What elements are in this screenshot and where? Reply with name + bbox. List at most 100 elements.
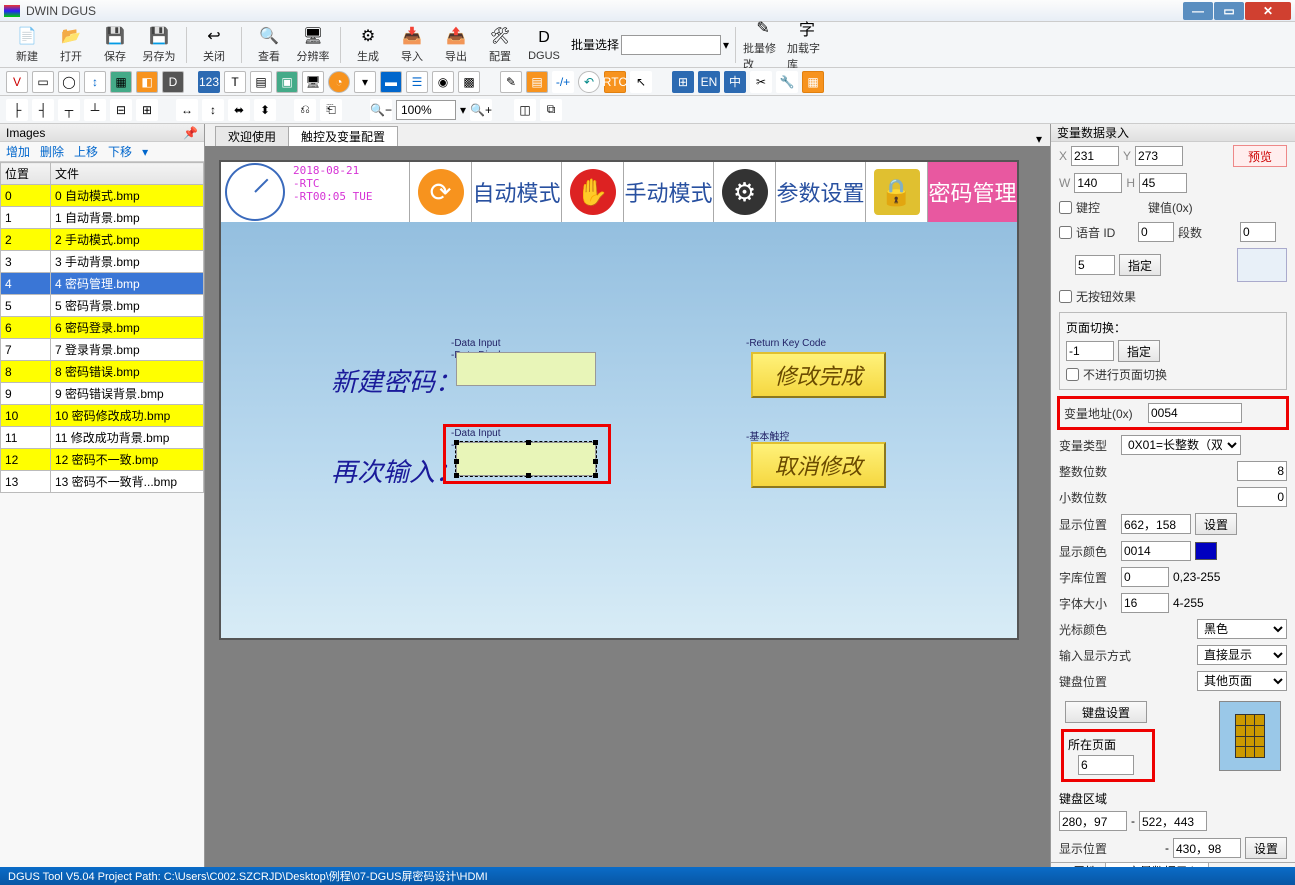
x-input[interactable] — [1071, 146, 1119, 166]
tbtn-分辨率[interactable]: 🖥分辨率 — [292, 23, 334, 67]
preview-button[interactable]: 预览 — [1233, 145, 1287, 167]
tool-list-icon[interactable]: ☰ — [406, 71, 428, 93]
segment-input[interactable] — [1240, 222, 1276, 242]
set-pos-button[interactable]: 设置 — [1195, 513, 1237, 535]
op-expand-icon[interactable]: ▾ — [142, 145, 148, 159]
tbtn-生成[interactable]: ⚙生成 — [347, 23, 389, 67]
image-row[interactable]: 55 密码背景.bmp — [1, 295, 204, 317]
tbtn-导入[interactable]: 📥导入 — [391, 23, 433, 67]
tool-layers-icon[interactable]: ▤ — [526, 71, 548, 93]
disp-pos2-input[interactable] — [1173, 838, 1241, 858]
tool-scissors-icon[interactable]: ✂ — [750, 71, 772, 93]
image-row[interactable]: 77 登录背景.bmp — [1, 339, 204, 361]
y-input[interactable] — [1135, 146, 1183, 166]
int-digits-input[interactable] — [1237, 461, 1287, 481]
image-row[interactable]: 00 自动模式.bmp — [1, 185, 204, 207]
tool-text-icon[interactable]: T — [224, 71, 246, 93]
dist-v-icon[interactable]: ↕ — [202, 99, 224, 121]
cursor-color-select[interactable]: 黑色 — [1197, 619, 1287, 639]
col-pos[interactable]: 位置 — [1, 163, 51, 185]
btn-cancel-modify[interactable]: 取消修改 — [751, 442, 886, 488]
zoom-input[interactable] — [396, 100, 456, 120]
tool-cursor-icon[interactable]: ↖ — [630, 71, 652, 93]
set-pos2-button[interactable]: 设置 — [1245, 837, 1287, 859]
dist-h-icon[interactable]: ↔ — [176, 99, 198, 121]
tool-en-icon[interactable]: EN — [698, 71, 720, 93]
window2-icon[interactable]: ⧉ — [540, 99, 562, 121]
tbtn-导出[interactable]: 📤导出 — [435, 23, 477, 67]
tab-welcome[interactable]: 欢迎使用 — [215, 126, 289, 146]
op-add[interactable]: 增加 — [6, 143, 30, 160]
align-vcenter-icon[interactable]: ⊞ — [136, 99, 158, 121]
input-mode-select[interactable]: 直接显示 — [1197, 645, 1287, 665]
tool-page-icon[interactable]: ▤ — [250, 71, 272, 93]
image-row[interactable]: 88 密码错误.bmp — [1, 361, 204, 383]
page-switch-input[interactable] — [1066, 341, 1114, 361]
op-delete[interactable]: 删除 — [40, 143, 64, 160]
image-row[interactable]: 1212 密码不一致.bmp — [1, 449, 204, 471]
kb-area-a-input[interactable] — [1059, 811, 1127, 831]
images-pin-icon[interactable]: 📌 — [183, 126, 198, 140]
image-row[interactable]: 44 密码管理.bmp — [1, 273, 204, 295]
font-pos-input[interactable] — [1121, 567, 1169, 587]
tool-qr-icon[interactable]: ▩ — [458, 71, 480, 93]
tool-minus-plus-icon[interactable]: -/+ — [552, 71, 574, 93]
var-addr-input[interactable] — [1148, 403, 1242, 423]
tab-touch-var[interactable]: 触控及变量配置 — [288, 126, 398, 146]
tool-d-icon[interactable]: D — [162, 71, 184, 93]
key-ctrl-checkbox[interactable] — [1059, 201, 1072, 214]
tbtn-关闭[interactable]: ↩关闭 — [193, 23, 235, 67]
image-row[interactable]: 1313 密码不一致背...bmp — [1, 471, 204, 493]
tbtn-DGUS[interactable]: DDGUS — [523, 23, 565, 67]
minimize-button[interactable]: — — [1183, 2, 1213, 20]
same-w-icon[interactable]: ⬌ — [228, 99, 250, 121]
tool-circle2-icon[interactable]: ◉ — [432, 71, 454, 93]
tool-cn-icon[interactable]: 中 — [724, 71, 746, 93]
align-hcenter-icon[interactable]: ⊟ — [110, 99, 132, 121]
color-swatch[interactable] — [1195, 542, 1217, 560]
input-reenter-password[interactable] — [456, 442, 596, 476]
tool-circle-icon[interactable]: ◯ — [58, 71, 80, 93]
btn-confirm-modify[interactable]: 修改完成 — [751, 352, 886, 398]
tool-globe-icon[interactable]: ◔ — [328, 71, 350, 93]
image-row[interactable]: 1010 密码修改成功.bmp — [1, 405, 204, 427]
tbtn-保存[interactable]: 💾保存 — [94, 23, 136, 67]
tbtn-另存为[interactable]: 💾另存为 — [138, 23, 180, 67]
tool-rtc-icon[interactable]: RTC — [604, 71, 626, 93]
tabs-dropdown-icon[interactable]: ▾ — [1036, 132, 1042, 146]
align-top-icon[interactable]: ┬ — [58, 99, 80, 121]
tool-box-icon[interactable]: ▭ — [32, 71, 54, 93]
zoom-dropdown-icon[interactable]: ▾ — [460, 103, 466, 117]
w-input[interactable] — [1074, 173, 1122, 193]
tbtn-查看[interactable]: 🔍查看 — [248, 23, 290, 67]
tool-rect-icon[interactable]: ▦ — [110, 71, 132, 93]
tool-down-icon[interactable]: ▾ — [354, 71, 376, 93]
page-at-input[interactable] — [1078, 755, 1134, 775]
no-page-switch-checkbox[interactable] — [1066, 368, 1079, 381]
zoom-in-icon[interactable]: 🔍+ — [470, 99, 492, 121]
disp-pos-input[interactable] — [1121, 514, 1191, 534]
no-btn-effect-checkbox[interactable] — [1059, 290, 1072, 303]
design-canvas[interactable]: 2018-08-21 -RTC -RT00:05 TUE ⟳ 自动模式 ✋ 手动… — [219, 160, 1019, 640]
tbtn-配置[interactable]: 🛠配置 — [479, 23, 521, 67]
op-up[interactable]: 上移 — [74, 143, 98, 160]
tool-v-icon[interactable]: V — [6, 71, 28, 93]
tbtn-打开[interactable]: 📂打开 — [50, 23, 92, 67]
voice-id-input[interactable] — [1138, 222, 1174, 242]
tbtn-新建[interactable]: 📄新建 — [6, 23, 48, 67]
image-row[interactable]: 11 自动背景.bmp — [1, 207, 204, 229]
image-row[interactable]: 99 密码错误背景.bmp — [1, 383, 204, 405]
kb-pos-select[interactable]: 其他页面 — [1197, 671, 1287, 691]
send-back-icon[interactable]: ⎌ — [294, 99, 316, 121]
op-down[interactable]: 下移 — [108, 143, 132, 160]
disp-color-input[interactable] — [1121, 541, 1191, 561]
kb-set-button[interactable]: 键盘设置 — [1065, 701, 1147, 723]
input-new-password[interactable] — [456, 352, 596, 386]
tbtn-加载字库[interactable]: 字加载字库 — [786, 23, 828, 67]
window1-icon[interactable]: ◫ — [514, 99, 536, 121]
tool-wrench-icon[interactable]: 🔧 — [776, 71, 798, 93]
voice-checkbox[interactable] — [1059, 226, 1072, 239]
same-h-icon[interactable]: ⬍ — [254, 99, 276, 121]
tool-brick-icon[interactable]: ▦ — [802, 71, 824, 93]
image-row[interactable]: 66 密码登录.bmp — [1, 317, 204, 339]
